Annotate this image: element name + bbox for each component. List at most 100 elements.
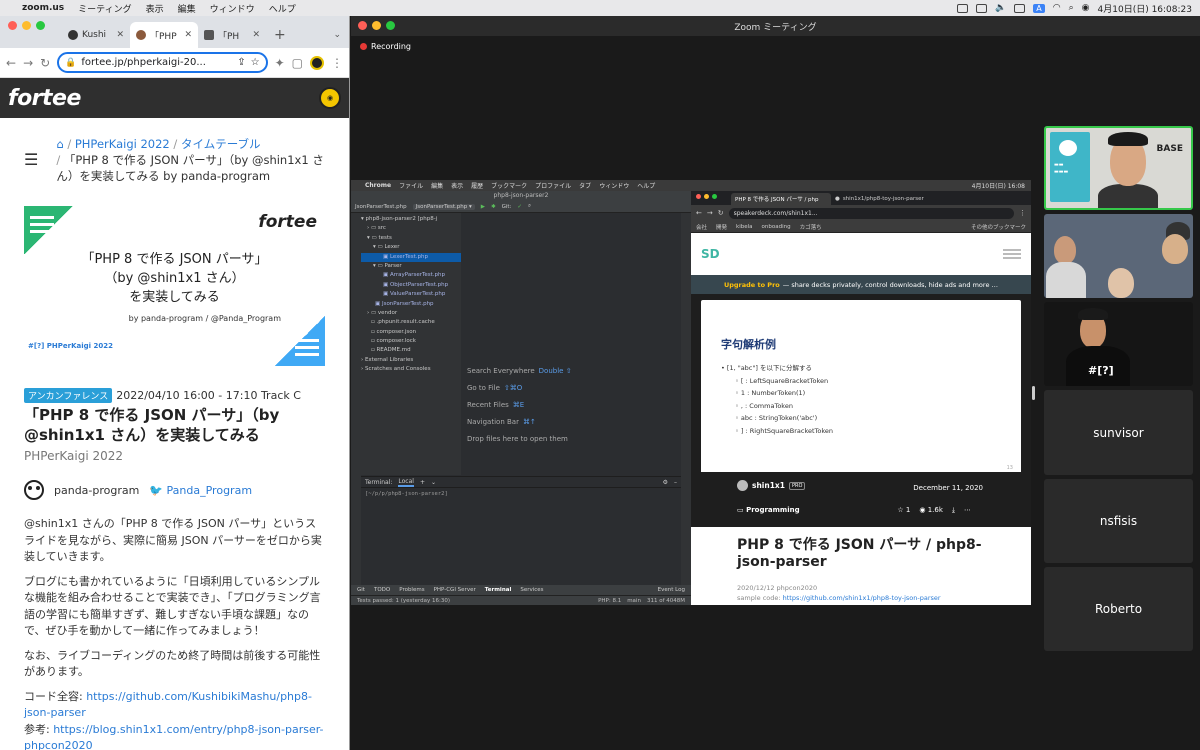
- menu-window[interactable]: ウィンドウ: [210, 2, 255, 15]
- tree-item[interactable]: › ▭ src: [361, 224, 461, 233]
- back-icon[interactable]: ←: [696, 209, 702, 217]
- terminal-tab-local[interactable]: Local: [398, 478, 414, 487]
- video-tile-active-speaker[interactable]: ▬▬ ▬▬▬ BASE: [1044, 126, 1193, 210]
- menu-help[interactable]: ヘルプ: [269, 2, 296, 15]
- user-avatar[interactable]: ◉: [319, 87, 341, 109]
- inner-url-bar[interactable]: speakerdeck.com/shin1x1...: [728, 207, 1014, 219]
- more-menu-icon[interactable]: ⋮: [331, 56, 343, 70]
- slide[interactable]: 字句解析例 • [1, "abc"] を以下に分解する ◦ [ : LeftSq…: [701, 300, 1021, 477]
- tree-item[interactable]: ▣ ValueParserTest.php: [361, 290, 461, 299]
- video-tile-group[interactable]: [1044, 214, 1193, 298]
- zoom-window-button[interactable]: [386, 21, 395, 30]
- zoom-window-button[interactable]: [36, 21, 45, 30]
- url-bar[interactable]: 🔒 fortee.jp/phperkaigi-20... ⇪ ☆: [57, 52, 268, 73]
- status-icon-2[interactable]: [976, 3, 988, 13]
- panel-resize-handle[interactable]: [1032, 386, 1035, 400]
- ide-file-tab[interactable]: JsonParserTest.php: [355, 204, 407, 210]
- tree-item[interactable]: ▫ composer.json: [361, 328, 461, 337]
- tree-item[interactable]: › ▭ vendor: [361, 309, 461, 318]
- tree-item[interactable]: ▾ ▭ Parser: [361, 262, 461, 271]
- run-icon[interactable]: ▶: [481, 204, 485, 210]
- gear-icon[interactable]: ⚙: [663, 479, 668, 486]
- back-icon[interactable]: ←: [6, 56, 16, 70]
- tree-item[interactable]: ▾ ▭ Lexer: [361, 243, 461, 252]
- tree-item[interactable]: ▫ composer.lock: [361, 337, 461, 346]
- more-menu-icon[interactable]: ⋮: [1019, 209, 1026, 217]
- minimize-window-button[interactable]: [22, 21, 31, 30]
- add-terminal-icon[interactable]: +: [420, 479, 425, 486]
- tree-item[interactable]: ▾ ▭ tests: [361, 234, 461, 243]
- inner-tab-1[interactable]: PHP 8 で作る JSON パーサ / php: [731, 193, 831, 205]
- git-check-icon[interactable]: ✓: [517, 204, 522, 210]
- ref-link[interactable]: https://blog.shin1x1.com/entry/php8-json…: [24, 723, 324, 750]
- control-center-icon[interactable]: ◉: [1082, 3, 1090, 13]
- reload-icon[interactable]: ↻: [718, 209, 724, 217]
- minimize-panel-icon[interactable]: –: [674, 479, 677, 486]
- close-window-button[interactable]: [8, 21, 17, 30]
- debug-icon[interactable]: ✱: [491, 204, 496, 210]
- tab-search-icon[interactable]: ⌄: [325, 30, 349, 48]
- tree-item[interactable]: ▣ ArrayParserTest.php: [361, 271, 461, 280]
- browser-tab-3[interactable]: 「PH ✕: [198, 22, 266, 48]
- browser-tab-2[interactable]: 「PHP ✕: [130, 22, 198, 48]
- video-tile-sunvisor[interactable]: sunvisor: [1044, 390, 1193, 475]
- video-tile-participant[interactable]: #[?]: [1044, 302, 1193, 386]
- lock-icon[interactable]: 🔒: [65, 58, 76, 68]
- search-icon[interactable]: ⌕: [1069, 3, 1074, 13]
- upgrade-banner[interactable]: Upgrade to Pro — share decks privately, c…: [691, 275, 1031, 294]
- profile-avatar[interactable]: [310, 55, 324, 70]
- tree-item[interactable]: › Scratches and Consoles: [361, 365, 461, 374]
- git-icon[interactable]: Git:: [502, 204, 512, 210]
- tree-item[interactable]: ▫ .phpunit.result.cache: [361, 318, 461, 327]
- menu-app[interactable]: zoom.us: [22, 3, 64, 13]
- menu-meeting[interactable]: ミーティング: [78, 2, 131, 15]
- tree-item[interactable]: ▣ JsonParserTest.php: [361, 300, 461, 309]
- minimize-window-button[interactable]: [372, 21, 381, 30]
- menubar-clock[interactable]: 4月10日(日) 16:08:23: [1098, 2, 1192, 15]
- close-window-button[interactable]: [358, 21, 367, 30]
- breadcrumb-timetable[interactable]: タイムテーブル: [181, 137, 261, 151]
- new-tab-button[interactable]: +: [266, 27, 294, 48]
- tree-item[interactable]: ▣ LexerTest.php: [361, 252, 461, 262]
- extensions-icon[interactable]: ✦: [275, 56, 285, 70]
- forward-icon[interactable]: →: [707, 209, 713, 217]
- breadcrumb-event[interactable]: PHPerKaigi 2022: [75, 137, 170, 151]
- inner-tab-2[interactable]: ● shin1x1/php8-toy-json-parser: [831, 193, 931, 205]
- twitter-link[interactable]: 🐦 Panda_Program: [149, 484, 252, 497]
- menu-edit[interactable]: 編集: [178, 2, 196, 15]
- site-logo[interactable]: fortee: [8, 86, 81, 111]
- editor-empty-area[interactable]: Search Everywhere Double ⇧ Go to File ⇧⌘O …: [461, 213, 681, 475]
- tree-item[interactable]: › External Libraries: [361, 356, 461, 365]
- tree-item[interactable]: ▫ README.md: [361, 346, 461, 355]
- browser-tab-1[interactable]: Kushi ✕: [62, 22, 130, 48]
- close-tab-icon[interactable]: ✕: [184, 30, 192, 40]
- recording-indicator[interactable]: Recording: [360, 42, 411, 51]
- wifi-icon[interactable]: ◠: [1053, 3, 1061, 13]
- status-icon-1[interactable]: [957, 3, 969, 13]
- close-tab-icon[interactable]: ✕: [116, 30, 124, 40]
- bookmark-star-icon[interactable]: ☆: [251, 57, 260, 68]
- speakerdeck-logo[interactable]: SD: [701, 247, 720, 261]
- sidepanel-icon[interactable]: ▢: [292, 56, 303, 70]
- volume-icon[interactable]: 🔈: [995, 3, 1006, 13]
- forward-icon[interactable]: →: [23, 56, 33, 70]
- chevron-down-icon[interactable]: ⌄: [431, 479, 436, 486]
- tree-item[interactable]: ▣ ObjectParserTest.php: [361, 281, 461, 290]
- close-tab-icon[interactable]: ✕: [252, 30, 260, 40]
- download-icon[interactable]: ⤓: [952, 506, 955, 515]
- search-icon[interactable]: ⌕: [528, 203, 531, 210]
- hamburger-icon[interactable]: ☰: [24, 150, 38, 184]
- home-icon[interactable]: ⌂: [56, 137, 63, 151]
- input-source-icon[interactable]: A: [1033, 3, 1045, 13]
- battery-icon[interactable]: [1014, 3, 1026, 13]
- run-config-dropdown[interactable]: JsonParserTest.php ▾: [412, 203, 475, 210]
- tree-item[interactable]: ▾ php8-json-parser2 [php8-j: [361, 215, 461, 224]
- share-icon[interactable]: ⇪: [237, 57, 245, 68]
- video-tile-nsfisis[interactable]: nsfisis: [1044, 479, 1193, 563]
- reload-icon[interactable]: ↻: [40, 56, 50, 70]
- more-icon[interactable]: ⋯: [964, 506, 971, 515]
- menu-view[interactable]: 表示: [146, 2, 164, 15]
- hamburger-icon[interactable]: [1003, 249, 1021, 251]
- terminal-prompt[interactable]: [~/p/p/php8-json-parser2]: [361, 488, 681, 500]
- video-tile-roberto[interactable]: Roberto: [1044, 567, 1193, 651]
